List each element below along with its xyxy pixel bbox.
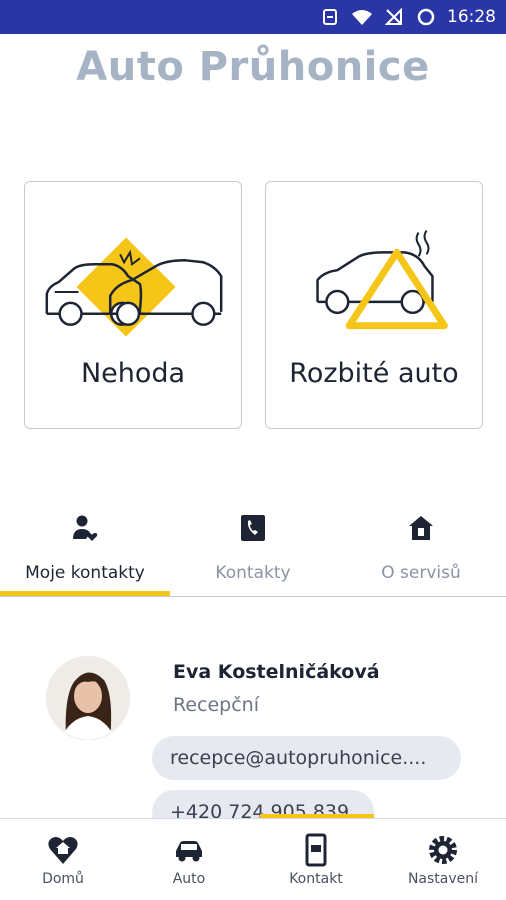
gear-icon xyxy=(429,836,457,864)
avatar xyxy=(46,656,130,740)
mobile-icon xyxy=(305,833,327,867)
contact-email-button[interactable]: recepce@autopruhonice.... xyxy=(152,736,461,780)
nav-contact[interactable]: Kontakt xyxy=(253,819,379,899)
broken-car-label: Rozbité auto xyxy=(289,358,459,389)
heart-home-icon xyxy=(48,837,78,864)
wifi-icon xyxy=(351,6,373,28)
app-title: Auto Průhonice xyxy=(76,44,430,90)
contact-tabs: Moje kontakty Kontakty O servisů xyxy=(0,505,506,597)
active-tab-indicator xyxy=(0,591,170,596)
sync-icon xyxy=(319,6,341,28)
accident-card[interactable]: Nehoda xyxy=(24,181,242,429)
tab-about-service[interactable]: O servisů xyxy=(336,505,506,597)
contact-name: Eva Kostelničáková xyxy=(173,661,380,683)
broken-car-icon xyxy=(316,230,448,330)
circle-icon xyxy=(415,6,437,28)
tab-my-contacts[interactable]: Moje kontakty xyxy=(0,505,170,597)
nav-car-label: Auto xyxy=(172,871,206,887)
accident-label: Nehoda xyxy=(80,358,186,389)
bottom-navigation: Domů Auto Kontakt Nastavení xyxy=(0,818,506,900)
tab-contacts-label: Kontakty xyxy=(215,563,291,583)
nav-contact-label: Kontakt xyxy=(289,871,343,887)
tab-contacts[interactable]: Kontakty xyxy=(170,505,336,597)
nav-home-label: Domů xyxy=(42,871,84,887)
phone-icon xyxy=(241,515,265,541)
status-time: 16:28 xyxy=(447,7,496,27)
nav-settings[interactable]: Nastavení xyxy=(380,819,506,899)
nav-settings-label: Nastavení xyxy=(407,871,479,887)
house-icon xyxy=(409,516,433,540)
status-bar: 16:28 xyxy=(0,0,506,34)
person-heart-icon xyxy=(73,515,98,541)
contact-role: Recepční xyxy=(173,694,260,716)
tab-about-service-label: O servisů xyxy=(381,563,461,583)
car-icon xyxy=(176,841,202,862)
broken-car-card[interactable]: Rozbité auto xyxy=(265,181,483,429)
nav-car[interactable]: Auto xyxy=(126,819,252,899)
nav-home[interactable]: Domů xyxy=(0,819,126,899)
car-crash-icon xyxy=(45,237,223,337)
tab-my-contacts-label: Moje kontakty xyxy=(25,563,145,583)
signal-off-icon xyxy=(383,6,405,28)
